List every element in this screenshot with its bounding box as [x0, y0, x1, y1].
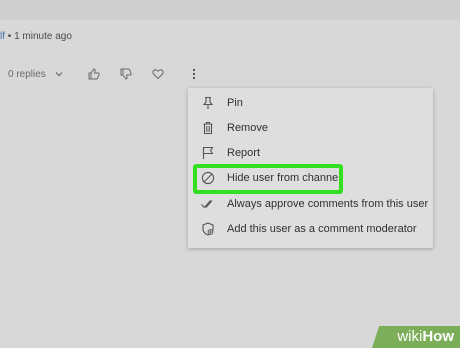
chevron-down-icon	[52, 67, 66, 81]
flag-icon	[201, 146, 215, 160]
menu-item-label: Report	[227, 147, 261, 159]
menu-item-pin[interactable]: Pin	[188, 91, 433, 115]
watermark-prefix: wiki	[397, 328, 423, 345]
menu-item-add-moderator[interactable]: Add this user as a comment moderator	[188, 217, 433, 241]
menu-item-label: Remove	[227, 122, 268, 134]
heart-icon[interactable]	[151, 67, 165, 81]
watermark-suffix: How	[422, 328, 454, 345]
menu-item-remove[interactable]: Remove	[188, 116, 433, 140]
comment-actions: 0 replies	[8, 66, 201, 82]
top-strip	[0, 0, 460, 20]
double-check-icon	[201, 197, 215, 211]
replies-label: 0 replies	[8, 68, 46, 80]
watermark-logo: wikiHow	[397, 328, 454, 345]
thumbs-down-icon[interactable]	[119, 67, 133, 81]
menu-item-report[interactable]: Report	[188, 141, 433, 165]
pin-icon	[201, 96, 215, 110]
comment-author[interactable]: lf	[0, 31, 5, 42]
highlight-box	[193, 164, 343, 194]
menu-item-always-approve[interactable]: Always approve comments from this user	[188, 192, 433, 216]
comment-time: 1 minute ago	[14, 31, 72, 42]
menu-item-label: Pin	[227, 97, 243, 109]
menu-item-label: Always approve comments from this user	[227, 198, 429, 210]
thumbs-up-icon[interactable]	[87, 67, 101, 81]
shield-add-icon	[201, 222, 215, 236]
menu-item-label: Add this user as a comment moderator	[227, 223, 417, 235]
replies-toggle[interactable]: 0 replies	[8, 67, 66, 81]
more-vertical-icon[interactable]	[187, 67, 201, 81]
trash-icon	[201, 121, 215, 135]
comment-meta: lf • 1 minute ago	[0, 31, 72, 42]
meta-separator: •	[7, 31, 12, 42]
